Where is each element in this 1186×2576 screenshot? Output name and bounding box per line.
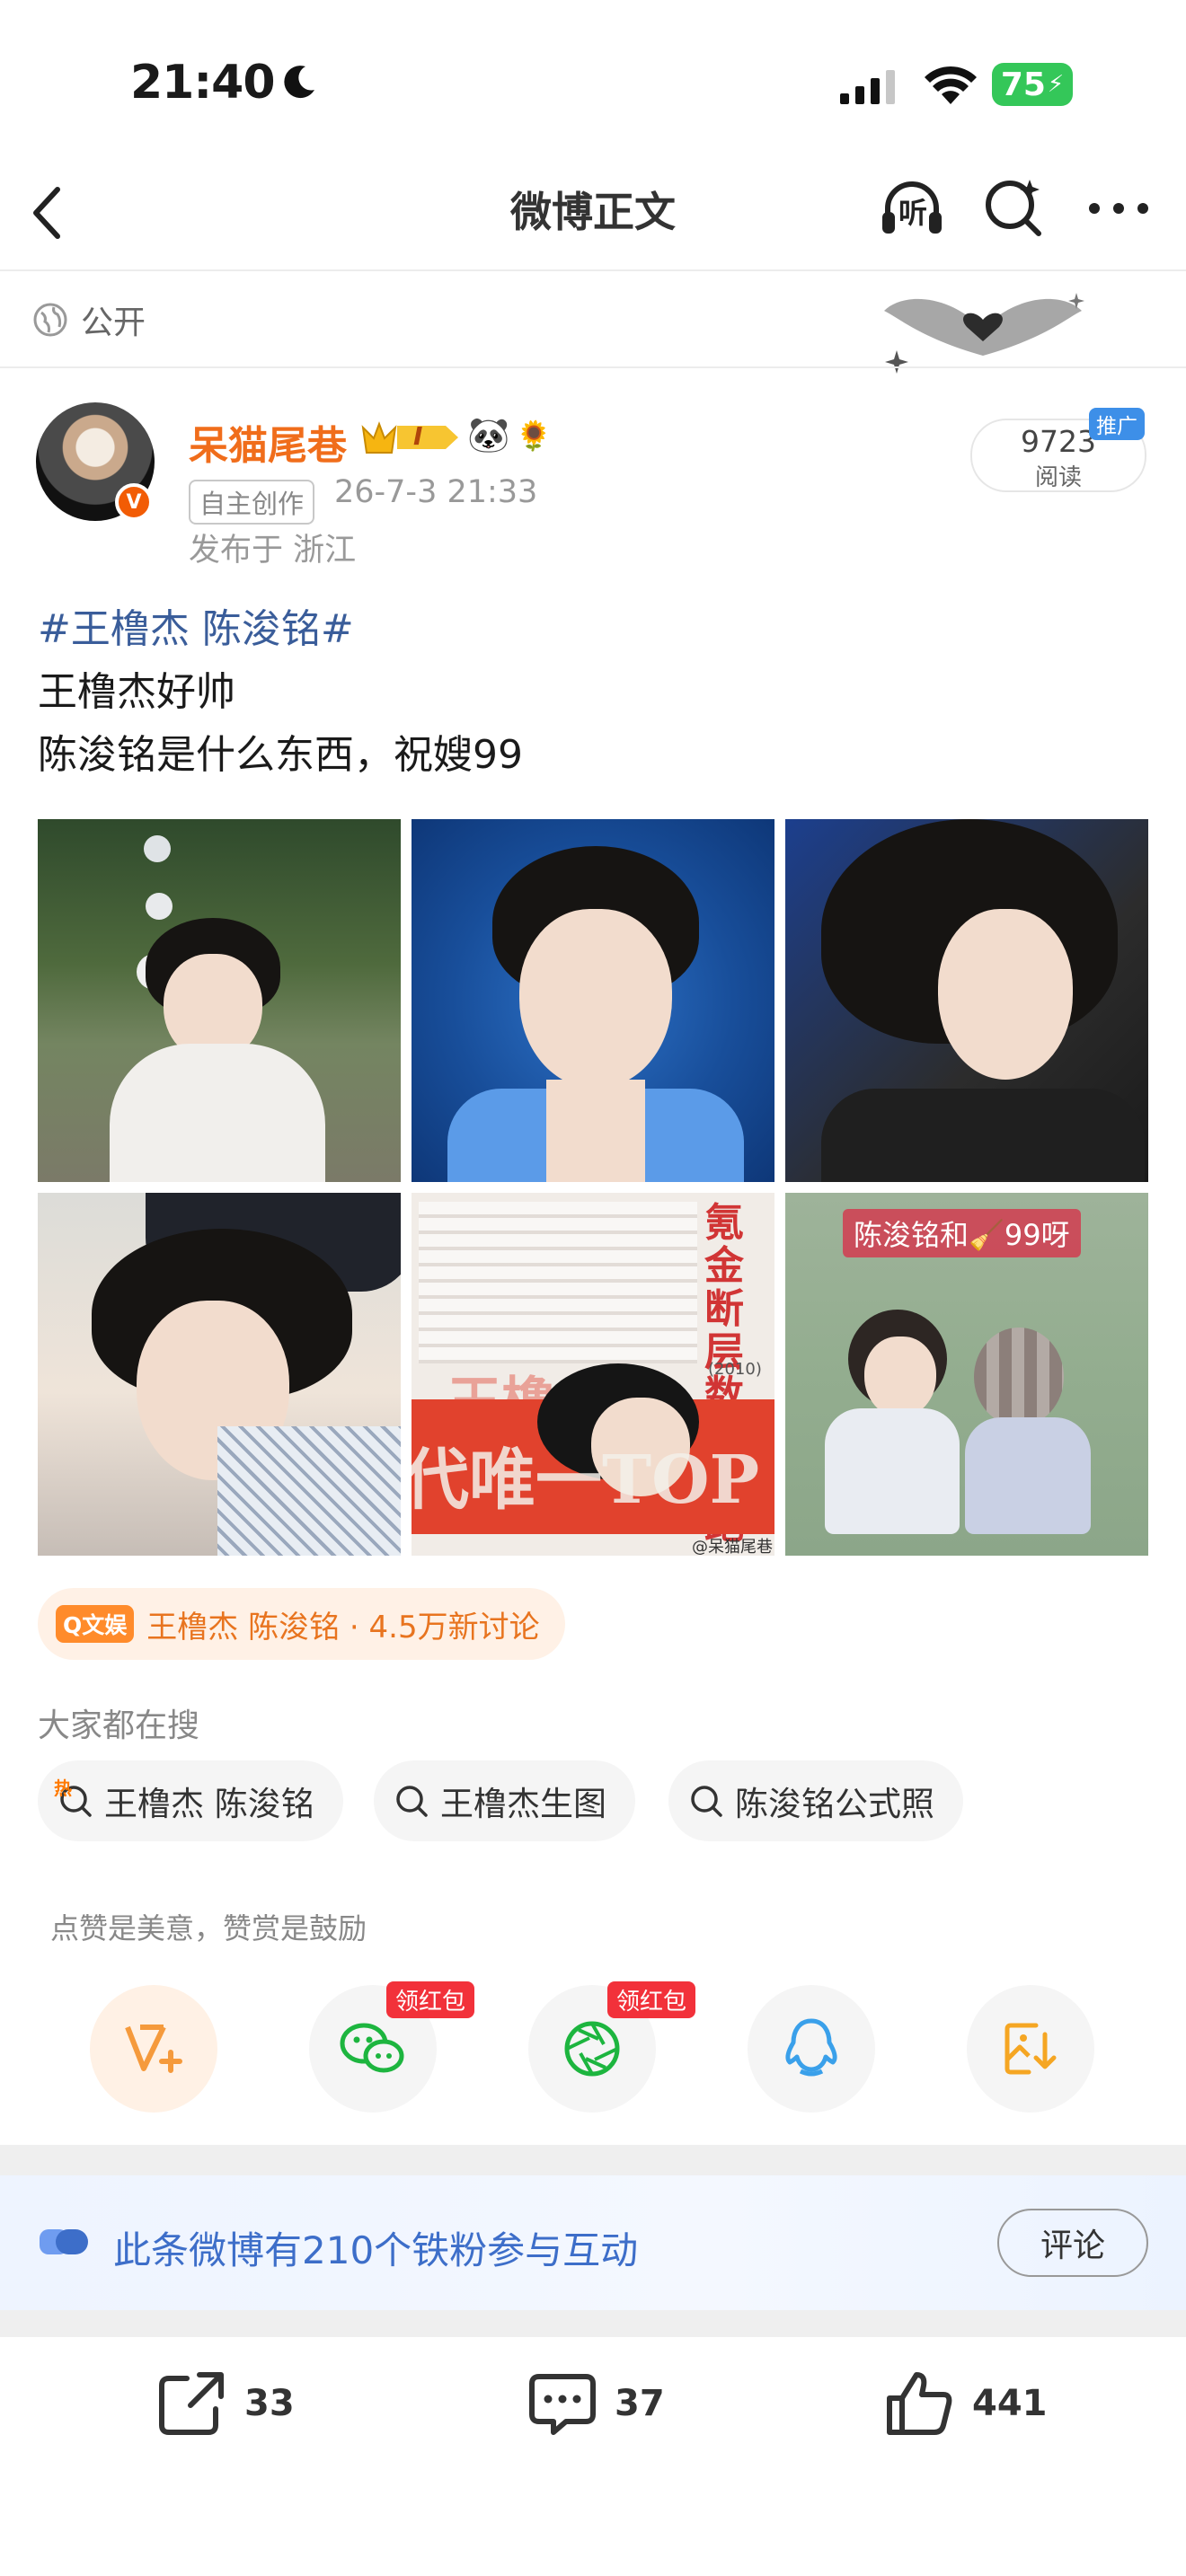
aperture-moments-icon — [564, 2021, 620, 2077]
save-image-button[interactable] — [967, 1985, 1094, 2113]
fan-interaction-text: 此条微博有210个铁粉参与互动 — [113, 2228, 639, 2272]
crown-icon — [361, 421, 458, 454]
author-name[interactable]: 呆猫尾巷 — [189, 413, 347, 471]
reward-tip: 点赞是美意，赞赏是鼓励 — [50, 1911, 367, 1945]
post-image-4[interactable] — [38, 1193, 401, 1556]
comment-count: 37 — [615, 2383, 665, 2424]
repost-count: 33 — [244, 2383, 295, 2424]
wechat-icon — [340, 2023, 404, 2073]
like-button[interactable]: 441 — [884, 2369, 1048, 2438]
save-picture-icon — [1005, 2023, 1057, 2075]
repost-icon — [159, 2372, 224, 2435]
more-options-icon[interactable] — [1084, 172, 1154, 243]
search-heading: 大家都在搜 — [38, 1707, 200, 1744]
search-icon — [396, 1786, 428, 1817]
vip-level-text: I — [413, 421, 423, 451]
comment-action-button[interactable]: 37 — [527, 2369, 665, 2438]
like-count: 441 — [972, 2383, 1048, 2424]
visibility-divider — [0, 366, 1186, 368]
post-image-5[interactable]: 氪金 断层 数据 领跑 (2010) 王橹杰 代唯一TOP @呆猫尾巷 — [412, 1193, 774, 1556]
image-year-text: (2010) — [708, 1360, 762, 1379]
battery-indicator: 75 ⚡ — [992, 63, 1073, 106]
charging-bolt-icon: ⚡ — [1047, 71, 1065, 98]
post-text-line: 陈浚铭是什么东西，祝嫂99 — [38, 732, 523, 778]
status-time: 21:40 — [130, 56, 276, 110]
search-icon: Q — [63, 1612, 83, 1638]
globe-icon — [33, 303, 67, 337]
search-suggestion-label: 王橹杰生图 — [440, 1785, 606, 1823]
post-image-1[interactable] — [38, 819, 401, 1182]
vip-level-badge: I — [359, 415, 462, 460]
original-content-tag: 自主创作 — [189, 480, 315, 525]
section-separator — [0, 2145, 1186, 2175]
hot-badge: 热 — [54, 1778, 72, 1799]
image-tagline-text: 代唯一TOP — [412, 1442, 760, 1519]
search-suggestion-label: 陈浚铭公式照 — [735, 1785, 934, 1823]
search-suggestion[interactable]: 陈浚铭公式照 — [668, 1760, 963, 1841]
post-time: 26-7-3 21:33 — [334, 474, 538, 510]
comment-button[interactable]: 评论 — [997, 2209, 1148, 2277]
super-topic-badge: Q文娱 — [56, 1605, 135, 1643]
search-icon[interactable] — [979, 172, 1049, 243]
thumbs-up-icon — [887, 2372, 952, 2435]
promote-tag[interactable]: 推广 — [1089, 408, 1145, 440]
image-watermark: @呆猫尾巷 — [692, 1538, 773, 1556]
post-image-3[interactable] — [785, 819, 1148, 1182]
reward-v-plus-icon — [125, 2025, 182, 2073]
search-suggestion-label: 王橹杰 陈浚铭 — [104, 1785, 314, 1823]
repost-button[interactable]: 33 — [156, 2369, 295, 2438]
post-image-6[interactable]: 陈浚铭和🧹99呀 — [785, 1193, 1148, 1556]
cellular-signal-icon — [840, 70, 895, 104]
post-location: 发布于 浙江 — [189, 533, 357, 569]
heart-wings-decoration-icon — [884, 293, 1084, 374]
hongbao-badge: 领红包 — [386, 1981, 475, 2018]
search-suggestion[interactable]: 热 王橹杰 陈浚铭 — [38, 1760, 343, 1841]
visibility-label: 公开 — [81, 304, 146, 341]
panda-icon: 🐼 — [467, 415, 510, 454]
post-image-2[interactable] — [412, 819, 774, 1182]
listen-button[interactable]: 听 — [877, 172, 947, 243]
sunflower-icon: 🌻 — [516, 419, 552, 453]
search-suggestion[interactable]: 王橹杰生图 — [374, 1760, 635, 1841]
comment-bubble-icon — [529, 2374, 596, 2435]
section-separator — [0, 2310, 1186, 2337]
verified-badge-icon: V — [115, 483, 153, 521]
share-qq-button[interactable] — [748, 1985, 875, 2113]
listen-label: 听 — [898, 196, 928, 230]
moon-icon — [284, 66, 314, 99]
battery-level: 75 — [1000, 66, 1046, 103]
reward-button[interactable] — [90, 1985, 217, 2113]
nav-divider — [0, 269, 1186, 271]
super-topic-chip[interactable]: Q文娱 王橹杰 陈浚铭 · 4.5万新讨论 — [38, 1588, 565, 1660]
wifi-icon — [925, 66, 977, 104]
fan-tag-icon — [40, 2229, 88, 2254]
visibility-row: 公开 — [32, 296, 146, 343]
image-caption: 陈浚铭和🧹99呀 — [843, 1209, 1081, 1257]
hongbao-badge: 领红包 — [607, 1981, 696, 2018]
read-label: 阅读 — [1034, 464, 1082, 491]
post-text-line: 王橹杰好帅 — [38, 669, 235, 715]
post-topic-link[interactable]: #王橹杰 陈浚铭# — [38, 596, 354, 654]
search-icon — [691, 1786, 722, 1817]
super-topic-text: 王橹杰 陈浚铭 · 4.5万新讨论 — [146, 1609, 540, 1645]
qq-penguin-icon — [785, 2018, 837, 2077]
